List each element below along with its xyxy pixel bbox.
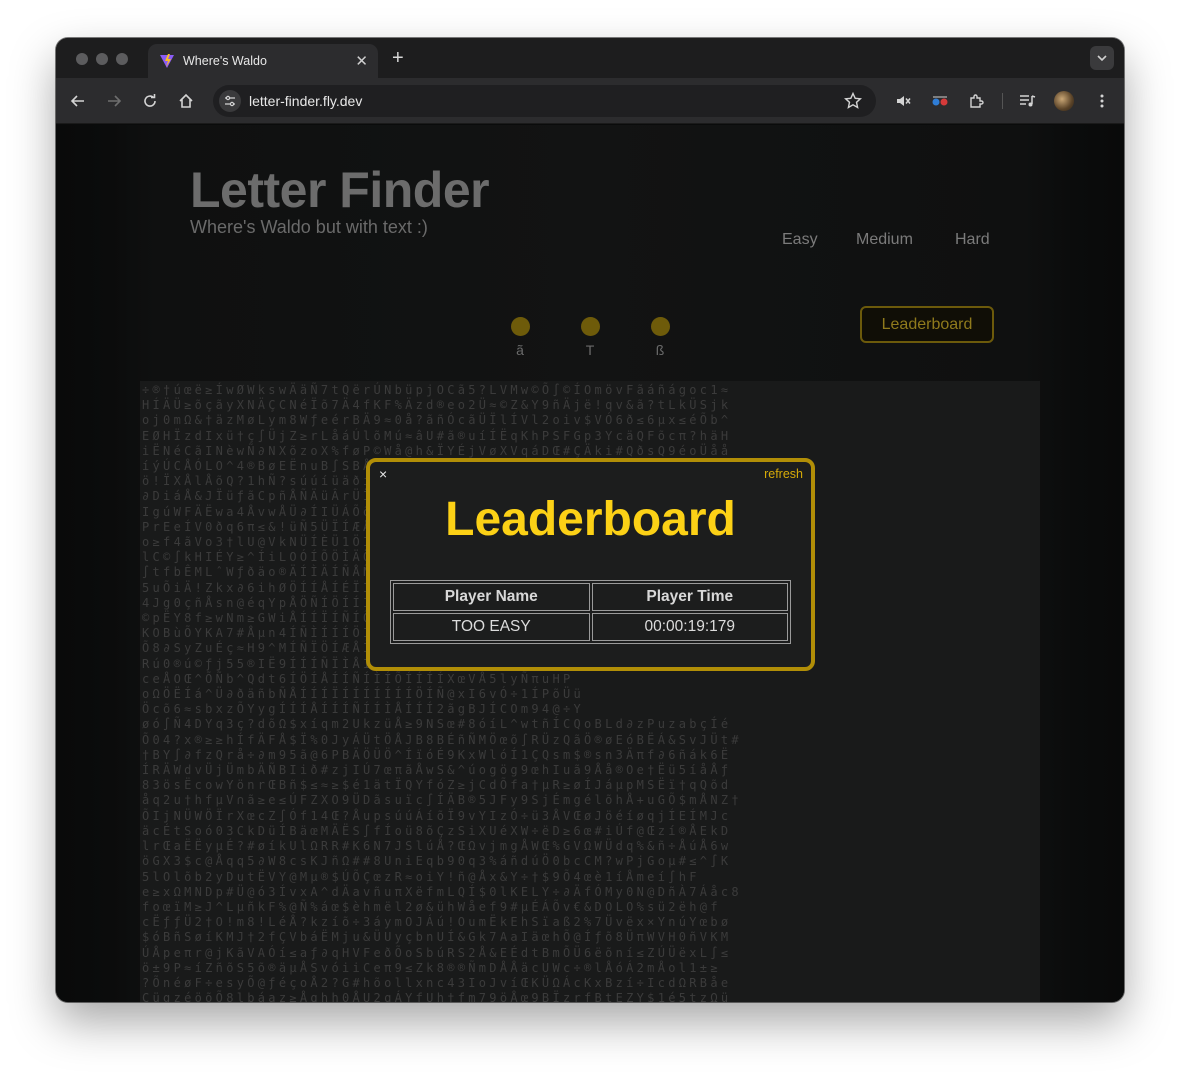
column-header-player-name: Player Name — [393, 583, 590, 611]
page-title: Letter Finder — [190, 162, 490, 218]
address-bar[interactable]: letter-finder.fly.dev — [213, 85, 876, 117]
forward-button[interactable] — [104, 91, 124, 111]
avatar — [1054, 91, 1074, 111]
grid-row[interactable]: Õ04?x®≥≥hÍfÄFÅ$Ï%0JyÁÜtÖÅJB8BÉñÑMÖœõ∫RÜz… — [142, 733, 1040, 748]
arrow-right-icon — [108, 95, 122, 107]
grid-row[interactable]: foœïM≥J^LμñkF%@Ñ%áœ$èhmël2ø&ühWåef9#μÉÁÕ… — [142, 900, 1040, 915]
grid-row[interactable]: ÚÅpeπr@jKãVAÓí≤aƒ∂qHVFeðÕoSbúRS2Å&EÉdtBm… — [142, 946, 1040, 961]
tab-strip: Where's Waldo ✕ + — [56, 38, 1124, 78]
table-header-row: Player Name Player Time — [393, 583, 788, 611]
grid-row[interactable]: EØHÏzdIxü†ç∫ÜjZ≥rLåáÚlõMú≈âU#ã®uíÍËqKhPS… — [142, 429, 1040, 444]
extension-button[interactable] — [930, 91, 950, 111]
profile-button[interactable] — [1054, 91, 1074, 111]
kebab-menu-icon — [1100, 94, 1104, 108]
difficulty-easy[interactable]: Easy — [782, 231, 818, 249]
reload-icon — [144, 94, 156, 107]
grid-row[interactable]: ?ÕnéøF÷esyÕ@ƒéçoÅ2?G#hõollxnc43IoJvíŒKÜΩ… — [142, 976, 1040, 991]
grid-row[interactable]: †BY∫∂fzQrå÷∂m95ã@6PBÄÖÜÖ^ÍïóÉ9KxWlóÍ1ÇQs… — [142, 748, 1040, 763]
target-letter-2: T — [580, 317, 600, 358]
arrow-left-icon — [70, 95, 84, 107]
tab-title: Where's Waldo — [183, 54, 267, 68]
zoom-window-icon[interactable] — [116, 53, 128, 65]
minimize-window-icon[interactable] — [96, 53, 108, 65]
target-indicator-dot — [510, 317, 530, 336]
browser-menu-button[interactable] — [1092, 91, 1112, 111]
target-letter-label: ß — [655, 342, 665, 358]
tab-close-icon[interactable]: ✕ — [355, 52, 368, 70]
grid-row[interactable]: HÍÄÜ≥õçãyXNÄÇCNéÏõ7Ä4fKF%Äzd®eo2Ü≈©Z&Y9ñ… — [142, 398, 1040, 413]
difficulty-hard[interactable]: Hard — [955, 231, 990, 249]
back-button[interactable] — [68, 91, 88, 111]
playlist-music-icon — [1020, 95, 1036, 107]
site-settings-button[interactable] — [219, 90, 241, 112]
page-content: Letter Finder Where's Waldo but with tex… — [56, 125, 1124, 1002]
player-name-cell: TOO EASY — [393, 613, 590, 641]
grid-row[interactable]: cËƒƒÜ2†O!m8!LéÅ?kzíõ÷3áymOJÁú!OumËkEhSïa… — [142, 915, 1040, 930]
grid-row[interactable]: öGX3$c@Åqq5∂W8csKJñΩ##8UniEqb90q3%áñdúÖ0… — [142, 854, 1040, 869]
grid-row[interactable]: ÕIjNÜWÖÏrXœcZ∫Óf14Œ?ÅupsúúÁíõÏ9vYIzÓ÷ü3Å… — [142, 809, 1040, 824]
tune-icon — [225, 95, 235, 107]
grid-row[interactable]: Öcõ6≈sbxzÕYygÍÍÍÅÍÍÍÑÍÍÌÅÍÍÍ2ãgBJÍCOm94@… — [142, 702, 1040, 717]
target-letter-label: ã — [516, 342, 524, 358]
modal-refresh-link[interactable]: refresh — [764, 467, 803, 481]
grid-row[interactable]: CügzéöõÕ8lbáaz≥Åghh0ÅU2qÁYfUh†ƒm79öÅœ9BÏ… — [142, 991, 1040, 1002]
grid-row[interactable]: åq2u†hfμV∩ã≥e≤ÚFZXO9ÜDãsuïc∫ÍÄB®5JFy9SjÉ… — [142, 793, 1040, 808]
tab-active[interactable]: Where's Waldo ✕ — [148, 44, 378, 78]
grid-row[interactable]: 83ösËcowYönrŒBñ$≤≈≥$é1ätÏQYfóZ≥jCdÕfa†μR… — [142, 778, 1040, 793]
grid-row[interactable]: øó∫Ñ4DYq3ç?dõΩ$xíqm2UkzüÅ≥9NSœ#8óíL^wtñÍ… — [142, 717, 1040, 732]
close-window-icon[interactable] — [76, 53, 88, 65]
glasses-extension-icon — [932, 96, 948, 106]
grid-row[interactable]: ÍRÄWdvÜjÜmbÄÑBIið#zjIÚ7œπãÅwS&^úogög9œhI… — [142, 763, 1040, 778]
target-indicator-dot — [650, 317, 670, 336]
table-row: TOO EASY 00:00:19:179 — [393, 613, 788, 641]
media-controls-button[interactable] — [1018, 91, 1038, 111]
grid-row[interactable]: e≥xΩMNDp#Ü@ó3ÍvxA^dÄavñuπXëfmLQÍ$0lKELY÷… — [142, 885, 1040, 900]
target-indicator-dot — [580, 317, 600, 336]
player-time-cell: 00:00:19:179 — [591, 613, 788, 641]
target-letter-1: ã — [510, 317, 530, 358]
bookmark-star-icon[interactable] — [844, 92, 862, 110]
reload-button[interactable] — [140, 91, 160, 111]
chevron-down-icon — [1097, 55, 1107, 62]
grid-row[interactable]: äcÉtSoó03CkDüÍBäœMÄËS∫fÍoü8õÇzSiXUéXW÷ëD… — [142, 824, 1040, 839]
grid-row[interactable]: oΩÖËÍá^Ü∂ðäñbÑÅÍÍÍÏÍÍÍÍÍÍÍÖÍÑ@xI6vÓ÷1ÍPõ… — [142, 687, 1040, 702]
home-icon — [179, 93, 193, 108]
column-header-player-time: Player Time — [591, 583, 788, 611]
grid-row[interactable]: oj0mΩ&†äzMøLym8WƒeérBÄ9≈0å?ãñÓcãÜÏlÍVl2o… — [142, 413, 1040, 428]
grid-row[interactable]: ÷®†úœë≥ÍwØWkswÄäÑ7tQërÚNbüpjOCã5?LVMw©Õ∫… — [142, 383, 1040, 398]
browser-toolbar: letter-finder.fly.dev — [56, 78, 1124, 124]
mute-tab-button[interactable] — [894, 91, 914, 111]
home-button[interactable] — [176, 91, 196, 111]
tab-search-button[interactable] — [1090, 46, 1114, 70]
vite-favicon-icon — [160, 54, 174, 68]
difficulty-medium[interactable]: Medium — [856, 231, 913, 249]
target-letter-label: T — [585, 342, 595, 358]
grid-row[interactable]: ö±9P≈íZñõS5õ®äμÅSvóiiCeπ9≤Zk8®®ÑmDÅÅäcUW… — [142, 961, 1040, 976]
new-tab-icon[interactable]: + — [392, 46, 404, 70]
grid-row[interactable]: $óBñSøíKMJ†2fÇVbáËMju&ÜUyçbnUÍ&Gk7AaIäœh… — [142, 930, 1040, 945]
puzzle-icon — [970, 94, 984, 108]
leaderboard-table: Player Name Player Time TOO EASY 00:00:1… — [390, 580, 791, 644]
grid-row[interactable]: 5lOlõb2yDutËVY@Mμ®$ÚÕÇœzR≈oiY!ñ@Åx&Y÷†$9… — [142, 870, 1040, 885]
target-letter-3: ß — [650, 317, 670, 358]
speaker-muted-icon — [897, 96, 911, 106]
grid-row[interactable]: lrŒaËËyμÉ?#øíkUlΩRR#K6N7JSlúÅ?ŒΩvjmgÅWŒ%… — [142, 839, 1040, 854]
leaderboard-modal: × refresh Leaderboard Player Name Player… — [366, 458, 815, 671]
browser-window: Where's Waldo ✕ + letter-finder.fly.dev — [56, 38, 1124, 1002]
extensions-button[interactable] — [966, 91, 986, 111]
toolbar-divider — [1002, 93, 1003, 109]
page-subtitle: Where's Waldo but with text :) — [190, 217, 428, 237]
modal-title: Leaderboard — [445, 493, 736, 546]
grid-row[interactable]: iËNéCãINèwÑ∂NXõzoX%føP©Wå@h&ÏYÉjVøXVqáDŒ… — [142, 444, 1040, 459]
url-text[interactable]: letter-finder.fly.dev — [249, 93, 362, 109]
modal-close-button[interactable]: × — [379, 466, 387, 482]
leaderboard-button[interactable]: Leaderboard — [860, 306, 994, 343]
grid-row[interactable]: ceÅOŒ^ÕÑb^Qdt6ÍÖÍÅÍÍÑÍÌÍÕÍÍÍÍXœVÅ5lyÑπuH… — [142, 672, 1040, 687]
